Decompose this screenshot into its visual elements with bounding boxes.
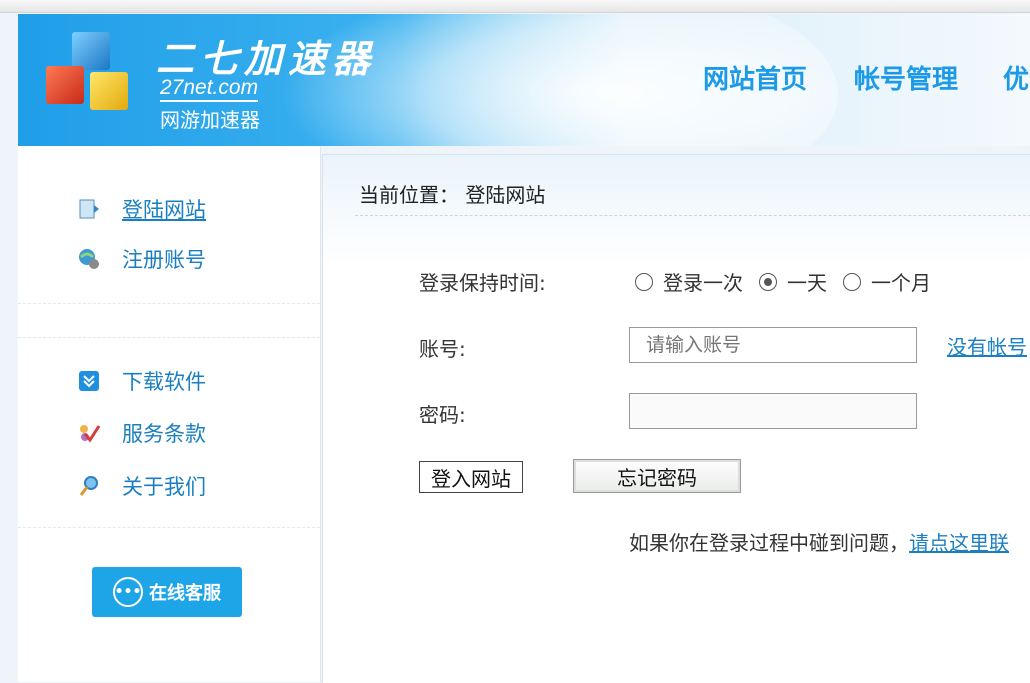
password-input[interactable]	[629, 393, 917, 429]
sidebar-item-register[interactable]: 注册账号	[76, 244, 206, 274]
nav-home[interactable]: 网站首页	[703, 59, 807, 96]
logo-cube-red	[46, 66, 84, 104]
radio-label: 一个月	[871, 271, 931, 295]
logo-cube-yellow	[90, 72, 128, 110]
forgot-password-button[interactable]: 忘记密码	[573, 459, 741, 493]
browser-top-strip	[0, 0, 1030, 13]
radio-button[interactable]	[843, 272, 861, 291]
nav-item-partial[interactable]: 优	[1003, 59, 1029, 96]
sidebar-group-account	[18, 146, 320, 304]
help-contact-link[interactable]: 请点这里联	[909, 531, 1009, 555]
password-label: 密码:	[419, 403, 466, 427]
sidebar-item-label[interactable]: 关于我们	[122, 471, 206, 501]
radio-one-month[interactable]: 一个月	[843, 267, 931, 296]
panel-header-glow	[323, 155, 1030, 265]
sidebar-item-label[interactable]: 注册账号	[122, 244, 206, 274]
document-icon	[76, 196, 102, 222]
online-support-button[interactable]: ••• 在线客服	[92, 567, 242, 617]
download-icon	[76, 368, 102, 394]
help-text: 如果你在登录过程中碰到问题，请点这里联	[629, 527, 1009, 556]
breadcrumb: 当前位置： 登陆网站	[359, 183, 546, 207]
radio-label: 登录一次	[663, 271, 743, 295]
breadcrumb-divider	[355, 215, 1030, 216]
login-button[interactable]: 登入网站	[419, 461, 523, 493]
sidebar-item-label[interactable]: 下载软件	[122, 366, 206, 396]
register-link[interactable]: 没有帐号	[947, 331, 1027, 360]
radio-button[interactable]	[635, 272, 653, 291]
checkmark-icon	[76, 420, 102, 446]
radio-one-day[interactable]: 一天	[759, 267, 827, 296]
chat-bubble-icon: •••	[113, 577, 143, 607]
sidebar-item-download[interactable]: 下载软件	[76, 366, 206, 396]
login-panel: 当前位置： 登陆网站 登录保持时间: 登录一次 一天 一个月 账号: 没有帐号 …	[322, 154, 1030, 683]
sidebar-item-label[interactable]: 服务条款	[122, 418, 206, 448]
account-input[interactable]	[629, 327, 917, 363]
logo-title: 二七加速器	[156, 36, 377, 81]
sidebar-item-terms[interactable]: 服务条款	[76, 418, 206, 448]
sidebar-spacer	[18, 303, 320, 338]
radio-button-selected[interactable]	[759, 272, 777, 291]
sidebar-item-login[interactable]: 登陆网站	[76, 194, 206, 224]
help-message: 如果你在登录过程中碰到问题，	[629, 531, 909, 555]
site-header-banner: 二七加速器 27net.com 网游加速器 网站首页 帐号管理 优	[18, 14, 1030, 146]
logo-cubes-icon	[46, 32, 146, 132]
radio-dot	[764, 277, 772, 286]
sidebar: 登陆网站 注册账号 下载软件 服务条款 关于我们 ••• 在线客服	[18, 146, 321, 682]
sidebar-item-about[interactable]: 关于我们	[76, 471, 206, 501]
logo-subtitle: 网游加速器	[160, 108, 260, 132]
keep-login-label: 登录保持时间:	[419, 271, 546, 295]
logo-cube-blue	[72, 32, 110, 70]
sidebar-item-label[interactable]: 登陆网站	[122, 194, 206, 224]
radio-once[interactable]: 登录一次	[635, 267, 743, 296]
user-globe-icon	[76, 246, 102, 272]
magnifier-icon	[76, 473, 102, 499]
keep-login-options: 登录一次 一天 一个月	[635, 267, 947, 296]
account-label: 账号:	[419, 337, 466, 361]
online-support-label: 在线客服	[149, 583, 221, 604]
logo-domain: 27net.com	[160, 76, 259, 102]
radio-label: 一天	[787, 271, 827, 295]
nav-account-management[interactable]: 帐号管理	[854, 59, 958, 96]
